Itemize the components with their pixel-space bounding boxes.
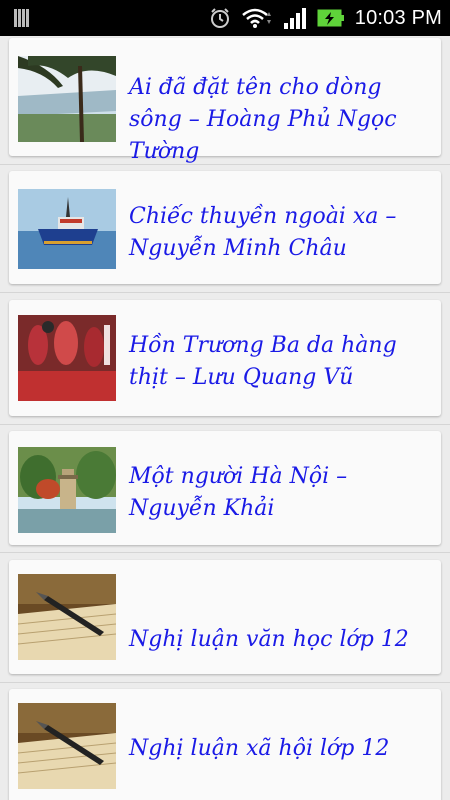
divider (0, 292, 450, 293)
divider (0, 552, 450, 553)
meat-market-thumbnail (18, 315, 116, 401)
pen-book-thumbnail (18, 703, 116, 789)
battery-charging-icon (317, 9, 344, 27)
article-title: Nghị luận xã hội lớp 12 (129, 736, 390, 761)
alarm-icon (210, 8, 229, 28)
divider (0, 682, 450, 683)
boat-thumbnail (18, 189, 116, 269)
wifi-icon (241, 8, 271, 28)
list-item[interactable]: Nghị luận xã hội lớp 12 (9, 689, 441, 800)
list-item[interactable]: Nghị luận văn học lớp 12 (9, 560, 441, 674)
status-bar: 10:03 PM (0, 0, 450, 36)
divider (0, 164, 450, 165)
divider (0, 424, 450, 425)
article-title: Hồn Trương Ba da hàng thịt – Lưu Quang V… (129, 333, 397, 390)
hanoi-tower-thumbnail (18, 447, 116, 533)
list-item[interactable]: Ai đã đặt tên cho dòng sông – Hoàng Phủ … (9, 38, 441, 164)
article-title: Ai đã đặt tên cho dòng sông – Hoàng Phủ … (129, 75, 397, 164)
article-list[interactable]: Ai đã đặt tên cho dòng sông – Hoàng Phủ … (0, 36, 450, 800)
list-item[interactable]: Một người Hà Nội – Nguyễn Khải (9, 431, 441, 545)
list-item[interactable]: Chiếc thuyền ngoài xa – Nguyễn Minh Châu (9, 171, 441, 284)
article-title: Một người Hà Nội – Nguyễn Khải (129, 464, 348, 521)
signal-icon (283, 8, 306, 29)
clock: 10:03 PM (354, 6, 442, 29)
article-title: Nghị luận văn học lớp 12 (129, 627, 409, 652)
pen-book-thumbnail (18, 574, 116, 660)
river-thumbnail (18, 56, 116, 142)
notification-icon (14, 9, 32, 27)
list-item[interactable]: Hồn Trương Ba da hàng thịt – Lưu Quang V… (9, 300, 441, 416)
article-title: Chiếc thuyền ngoài xa – Nguyễn Minh Châu (129, 204, 397, 261)
